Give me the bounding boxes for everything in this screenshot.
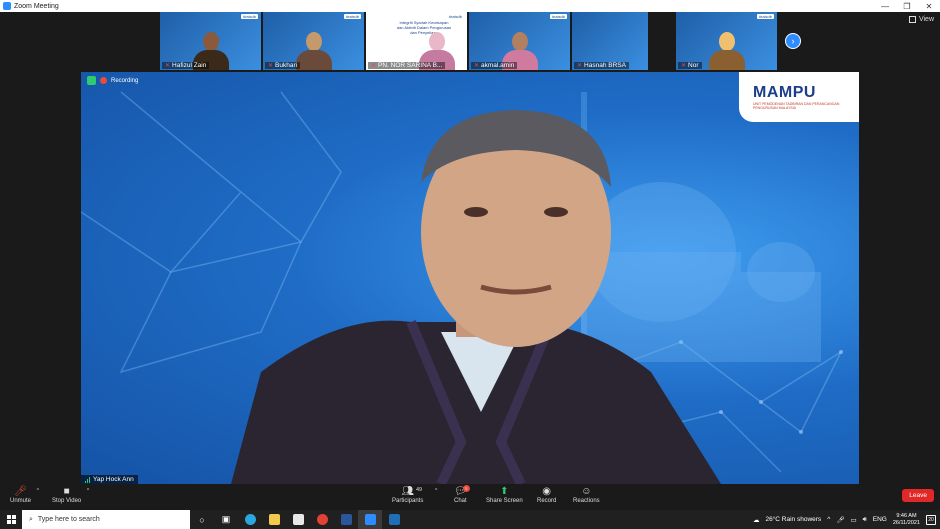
- participant-name: ✕ Nor: [678, 62, 702, 69]
- participant-video: [707, 28, 747, 70]
- mic-muted-icon: ✕: [474, 63, 480, 69]
- chevron-up-icon[interactable]: ^: [827, 516, 830, 523]
- participants-count: 49: [416, 487, 423, 493]
- logo-name: MAMPU: [753, 84, 816, 101]
- smiley-icon: ☺: [581, 486, 592, 497]
- signal-bars-icon: [85, 476, 90, 483]
- share-screen-button[interactable]: ⬆ Share Screen: [486, 486, 523, 504]
- windows-taskbar: ⌕ Type here to search ○ ▣ ☁ 26°C Rain sh…: [0, 510, 940, 529]
- chat-icon: 💬︎ 5: [454, 485, 470, 498]
- next-page-button[interactable]: ›: [785, 33, 801, 49]
- title-bar: Zoom Meeting — ❐ ✕: [0, 0, 940, 12]
- weather-icon: ☁: [752, 516, 760, 524]
- volume-icon[interactable]: 🔊︎: [863, 516, 867, 524]
- mic-muted-icon: ✕: [577, 63, 583, 69]
- participant-tile[interactable]: #raisdb ✕ Hafizul Zain: [160, 12, 261, 70]
- mic-muted-icon: ✕: [371, 63, 377, 69]
- participant-name: ✕ akmal.amin: [471, 62, 518, 69]
- participant-name: ✕ Hafizul Zain: [162, 62, 210, 69]
- clock[interactable]: 9:46 AM 26/11/2021: [893, 513, 920, 526]
- participant-name: ✕ PN. NOR SARINA B...: [368, 62, 446, 69]
- language-indicator[interactable]: ENG: [873, 516, 887, 523]
- search-placeholder: Type here to search: [37, 516, 100, 523]
- participant-tile[interactable]: ✕ Hasnah BRSA: [572, 12, 648, 70]
- word-icon[interactable]: [334, 510, 358, 529]
- record-icon: ◉: [542, 486, 552, 497]
- logo-tagline: UNIT PEMODENAN TADBIRAN DAN PERANCANGAN …: [753, 102, 840, 110]
- tile-badge: #raisdb: [343, 14, 361, 19]
- tile-spacer: [650, 12, 674, 70]
- store-icon[interactable]: [286, 510, 310, 529]
- participant-tile[interactable]: #raisdb Integriti Syariah Kecekapan dan …: [366, 12, 467, 70]
- stop-video-button[interactable]: ■ Stop Video ^: [52, 486, 89, 504]
- chrome-icon[interactable]: [310, 510, 334, 529]
- record-dot-icon: [100, 77, 107, 84]
- participant-name: ✕ Hasnah BRSA: [574, 62, 629, 69]
- meeting-toolbar: 🎤︎ Unmute ^ ■ Stop Video ^ 👥︎ Participan…: [0, 484, 940, 510]
- chevron-right-icon: ›: [791, 36, 795, 46]
- tile-badge: #raisdb: [240, 14, 258, 19]
- file-explorer-icon[interactable]: [262, 510, 286, 529]
- speaker-name-label: Yap Hock Ann: [81, 475, 138, 484]
- shield-icon: [87, 76, 96, 85]
- record-button[interactable]: ◉ Record: [537, 486, 556, 504]
- tile-badge: #raisdb: [549, 14, 567, 19]
- meeting-area: View #raisdb ✕ Hafizul Zain #raisdb ✕ Bukh…: [0, 12, 940, 484]
- weather-text[interactable]: 26°C Rain showers: [765, 516, 821, 523]
- view-button[interactable]: View: [908, 16, 934, 23]
- recording-indicator: Recording: [87, 76, 138, 85]
- notifications-icon[interactable]: 20: [926, 514, 936, 525]
- recording-label: Recording: [111, 77, 139, 84]
- taskbar-search[interactable]: ⌕ Type here to search: [22, 510, 190, 529]
- tile-badge: #raisdb: [446, 14, 464, 19]
- edge-icon[interactable]: [238, 510, 262, 529]
- start-button[interactable]: [0, 510, 22, 529]
- reactions-button[interactable]: ☺ Reactions: [573, 486, 600, 504]
- gallery-strip: #raisdb ✕ Hafizul Zain #raisdb ✕ Bukhari #…: [160, 12, 777, 70]
- grid-icon: [908, 16, 916, 23]
- chevron-up-icon[interactable]: ^: [87, 488, 89, 494]
- participant-tile[interactable]: #raisdb ✕ akmal.amin: [469, 12, 570, 70]
- search-icon: ⌕: [29, 515, 33, 523]
- close-button[interactable]: ✕: [918, 0, 940, 12]
- cortana-icon[interactable]: ○: [190, 510, 214, 529]
- windows-logo-icon: [6, 515, 16, 524]
- tile-badge: #raisdb: [756, 14, 774, 19]
- zoom-taskbar-icon[interactable]: [358, 510, 382, 529]
- clock-date: 26/11/2021: [892, 519, 920, 526]
- zoom-logo-icon: [3, 2, 11, 10]
- leave-button[interactable]: Leave: [902, 489, 934, 502]
- speaker-video: Recording MAMPU UNIT PEMODENAN TADBIRAN …: [81, 72, 859, 484]
- chevron-up-icon[interactable]: ^: [435, 488, 437, 494]
- restore-button[interactable]: ❐: [896, 0, 918, 12]
- background-graphic: [81, 91, 843, 484]
- network-icon[interactable]: ▭: [851, 516, 857, 524]
- video-camera-icon: ■: [63, 486, 70, 497]
- photos-icon[interactable]: [382, 510, 406, 529]
- view-label: View: [918, 16, 934, 23]
- window-title: Zoom Meeting: [14, 2, 59, 10]
- chat-badge: 5: [462, 485, 470, 492]
- task-view-icon[interactable]: ▣: [214, 510, 238, 529]
- mic-muted-icon: ✕: [268, 63, 274, 69]
- chat-button[interactable]: 💬︎ 5 Chat: [454, 485, 470, 504]
- participant-tile[interactable]: #raisdb ✕ Nor: [676, 12, 777, 70]
- mic-muted-icon: ✕: [681, 63, 687, 69]
- share-screen-icon: ⬆: [500, 486, 509, 497]
- system-tray: ☁ 26°C Rain showers ^ 🎤︎ ▭ 🔊︎ ENG 9:46 A…: [753, 510, 940, 529]
- mampu-logo: MAMPU UNIT PEMODENAN TADBIRAN DAN PERANC…: [739, 72, 859, 122]
- participant-name: ✕ Bukhari: [265, 62, 301, 69]
- unmute-button[interactable]: 🎤︎ Unmute ^: [10, 486, 39, 504]
- microphone-icon[interactable]: 🎤︎: [836, 516, 844, 524]
- chevron-up-icon[interactable]: ^: [37, 488, 39, 494]
- mic-muted-icon: 🎤︎: [14, 486, 27, 497]
- participant-tile[interactable]: #raisdb ✕ Bukhari: [263, 12, 364, 70]
- mic-muted-icon: ✕: [165, 63, 171, 69]
- participants-icon: 👥︎: [401, 486, 415, 497]
- minimize-button[interactable]: —: [874, 0, 896, 12]
